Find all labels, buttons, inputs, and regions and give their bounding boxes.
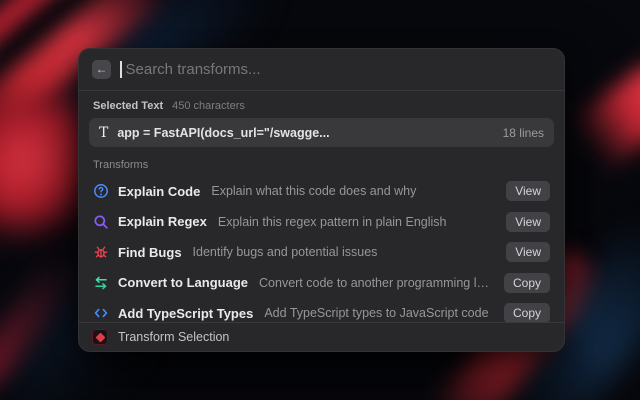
app-logo-icon	[92, 329, 108, 345]
copy-button[interactable]: Copy	[504, 303, 550, 323]
text-caret	[120, 61, 122, 78]
line-count: 18 lines	[503, 126, 544, 140]
copy-button[interactable]: Copy	[504, 273, 550, 293]
transform-item-find-bugs[interactable]: Find Bugs Identify bugs and potential is…	[89, 237, 554, 268]
swap-arrows-icon	[93, 275, 109, 291]
question-circle-icon	[93, 183, 109, 199]
view-button[interactable]: View	[506, 212, 550, 232]
transform-list: Explain Code Explain what this code does…	[79, 176, 564, 329]
transform-title: Explain Code	[118, 184, 200, 199]
transform-description: Add TypeScript types to JavaScript code	[264, 306, 495, 320]
divider	[79, 90, 564, 91]
transform-item-convert-language[interactable]: Convert to Language Convert code to anot…	[89, 268, 554, 299]
transform-description: Explain this regex pattern in plain Engl…	[218, 215, 497, 229]
selected-text-label: Selected Text	[93, 100, 163, 112]
back-button[interactable]: ←	[92, 60, 111, 79]
view-button[interactable]: View	[506, 181, 550, 201]
search-input[interactable]	[126, 61, 552, 78]
transform-item-explain-code[interactable]: Explain Code Explain what this code does…	[89, 176, 554, 207]
wallpaper-red-wedge	[570, 62, 640, 172]
search-bar: ←	[79, 49, 564, 90]
view-button[interactable]: View	[506, 242, 550, 262]
bug-icon	[93, 244, 109, 260]
footer-label: Transform Selection	[118, 330, 229, 344]
transforms-header: Transforms	[93, 159, 550, 171]
transform-title: Convert to Language	[118, 275, 248, 290]
transform-title: Find Bugs	[118, 245, 182, 260]
transform-description: Identify bugs and potential issues	[193, 245, 498, 259]
text-icon: T	[99, 126, 108, 140]
transform-palette-window: ← Selected Text 450 characters T app = F…	[78, 48, 565, 352]
transform-description: Explain what this code does and why	[211, 184, 497, 198]
character-count: 450 characters	[172, 100, 245, 112]
magnifier-icon	[93, 214, 109, 230]
arrow-left-icon: ←	[96, 60, 108, 79]
diamond-glyph	[95, 332, 105, 342]
transforms-label: Transforms	[93, 159, 148, 171]
transform-description: Convert code to another programming lang…	[259, 276, 495, 290]
selected-text-header: Selected Text 450 characters	[93, 100, 550, 112]
transform-item-explain-regex[interactable]: Explain Regex Explain this regex pattern…	[89, 207, 554, 238]
selected-text-item[interactable]: T app = FastAPI(docs_url="/swagge... 18 …	[89, 118, 554, 147]
transform-title: Explain Regex	[118, 214, 207, 229]
code-brackets-icon	[93, 305, 109, 321]
screen: ← Selected Text 450 characters T app = F…	[0, 0, 640, 400]
selected-code-preview: app = FastAPI(docs_url="/swagge...	[117, 126, 493, 140]
transform-title: Add TypeScript Types	[118, 306, 253, 321]
footer-bar: Transform Selection	[79, 322, 564, 351]
